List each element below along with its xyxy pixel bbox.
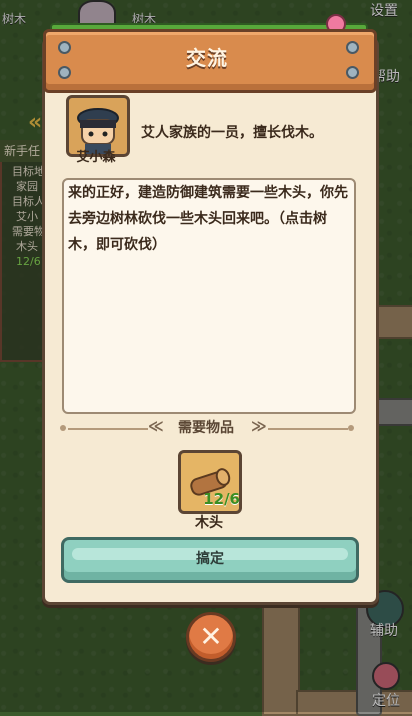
dialog-message: 来的正好，建造防御建筑需要一些木头，你先去旁边树林砍伐一些木头回来吧。（点击树木… (68, 185, 348, 253)
npc-name: 艾小森 (76, 150, 116, 165)
close-button[interactable]: ✕ (186, 612, 236, 662)
divider-dot (348, 425, 354, 431)
divider-line (268, 428, 348, 430)
close-icon: ✕ (199, 620, 223, 653)
chevron-right-icon: ≫ (251, 417, 267, 435)
item-name: 木头 (195, 515, 223, 531)
confirm-button-label: 搞定 (196, 551, 224, 567)
confirm-button[interactable]: 搞定 (61, 537, 359, 583)
npc-description: 艾人家族的一员，擅长伐木。 (141, 125, 323, 141)
dialog-title: 交流 (186, 46, 228, 70)
item-count: 12/6 (203, 490, 240, 508)
